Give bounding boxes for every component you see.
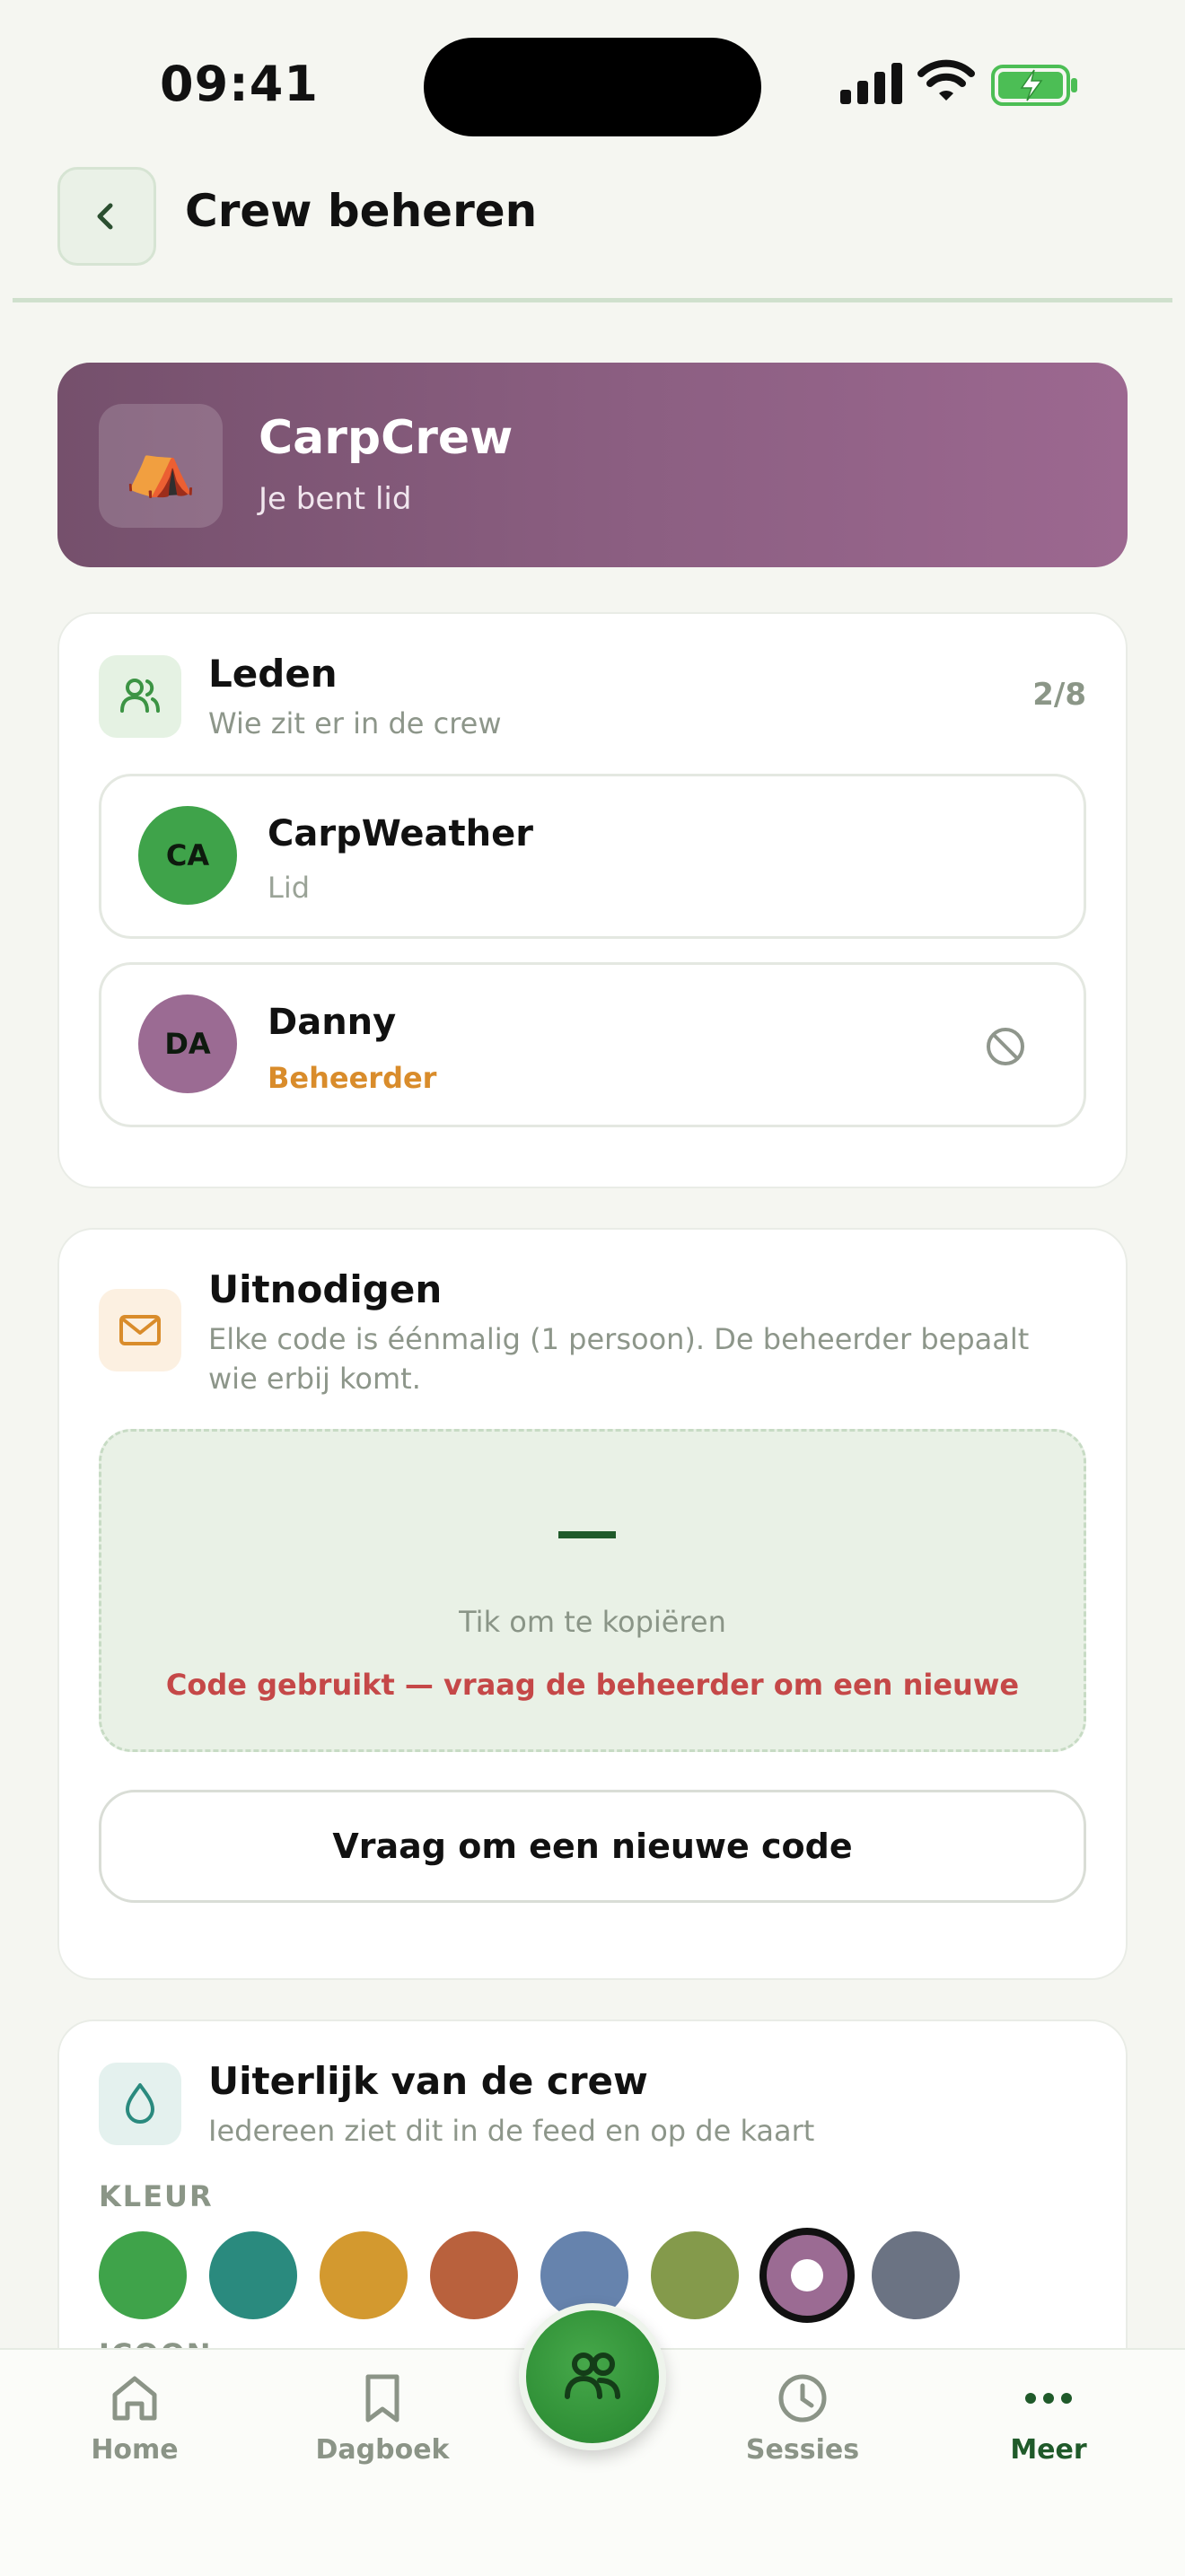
battery-charging-icon — [991, 65, 1077, 106]
droplet-icon — [126, 2083, 154, 2124]
member-row[interactable] — [99, 774, 1086, 939]
tab-label: Home — [91, 2434, 179, 2466]
invite-section-icon — [99, 1289, 181, 1371]
clock-icon — [778, 2374, 827, 2423]
member-name: Danny — [268, 1002, 397, 1043]
people-icon — [120, 679, 160, 713]
members-subtitle: Wie zit er in de crew — [208, 706, 502, 740]
member-role: Beheerder — [268, 1061, 437, 1095]
tab-home[interactable]: Home — [45, 2370, 224, 2466]
request-new-code-button[interactable]: Vraag om een nieuwe code — [99, 1790, 1086, 1903]
status-time: 09:41 — [160, 56, 319, 112]
crew-membership-status: Je bent lid — [259, 481, 412, 517]
member-role: Lid — [268, 871, 311, 905]
selected-indicator — [791, 2259, 823, 2291]
tab-dagboek[interactable]: Dagboek — [293, 2370, 472, 2466]
home-icon — [112, 2376, 157, 2421]
tab-label: Meer — [1010, 2434, 1087, 2466]
block-member-icon[interactable] — [984, 1025, 1027, 1068]
back-button[interactable] — [57, 167, 156, 266]
members-count: 2/8 — [1032, 677, 1086, 713]
crew-icon — [565, 2353, 620, 2399]
chevron-left-icon — [97, 203, 113, 230]
invite-subtitle: Elke code is éénmalig (1 persoon). De be… — [208, 1322, 1030, 1396]
crew-center-button[interactable] — [519, 2303, 666, 2450]
color-swatch-rust[interactable] — [430, 2231, 518, 2319]
color-swatch-green[interactable] — [99, 2231, 187, 2319]
crew-name: CarpCrew — [259, 411, 514, 465]
color-swatch-teal[interactable] — [209, 2231, 297, 2319]
avatar: DA — [138, 994, 237, 1093]
color-swatch-mauve-selected[interactable] — [759, 2228, 855, 2323]
mail-icon — [119, 1315, 161, 1345]
member-row[interactable] — [99, 962, 1086, 1127]
members-title: Leden — [208, 652, 338, 696]
wifi-icon — [917, 59, 975, 101]
member-name: CarpWeather — [268, 813, 533, 854]
appearance-subtitle: Iedereen ziet dit in de feed en op de ka… — [208, 2114, 815, 2148]
code-used-message: Code gebruikt — vraag de beheerder om ee… — [165, 1668, 1020, 1702]
dynamic-island — [424, 38, 761, 136]
appearance-section-icon — [99, 2063, 181, 2145]
color-swatch-amber[interactable] — [320, 2231, 408, 2319]
color-label: KLEUR — [99, 2179, 214, 2213]
color-swatch-slate[interactable] — [872, 2231, 960, 2319]
copy-hint: Tik om te kopiëren — [459, 1605, 726, 1639]
invite-title: Uitnodigen — [208, 1267, 443, 1311]
color-swatch-olive[interactable] — [651, 2231, 739, 2319]
invite-code-box[interactable] — [99, 1429, 1086, 1752]
tent-icon: ⛺ — [99, 404, 223, 528]
cellular-signal-icon — [840, 63, 902, 104]
invite-code — [558, 1531, 616, 1538]
header-divider — [13, 298, 1172, 302]
members-section-icon — [99, 655, 181, 738]
appearance-title: Uiterlijk van de crew — [208, 2059, 648, 2103]
tab-label: Dagboek — [315, 2434, 450, 2466]
avatar: CA — [138, 806, 237, 905]
tab-sessies[interactable]: Sessies — [713, 2370, 892, 2466]
bookmark-icon — [365, 2374, 399, 2423]
page-title: Crew beheren — [185, 185, 538, 237]
tab-meer[interactable]: Meer — [959, 2370, 1138, 2466]
tab-label: Sessies — [745, 2434, 860, 2466]
more-icon — [1025, 2393, 1072, 2404]
